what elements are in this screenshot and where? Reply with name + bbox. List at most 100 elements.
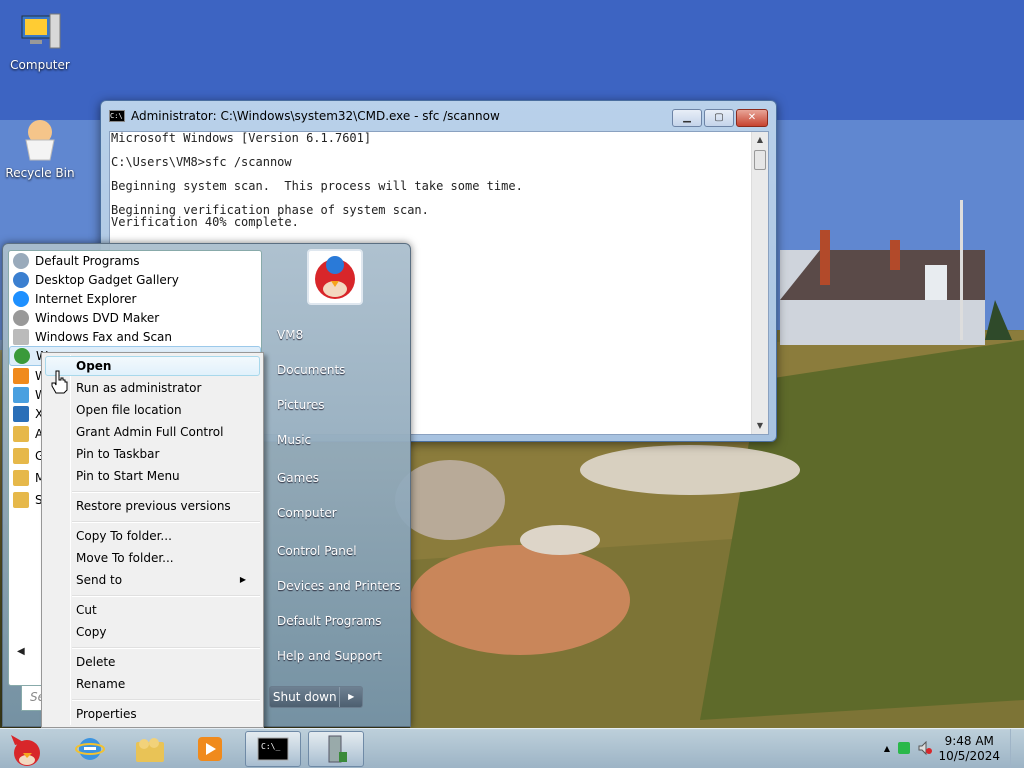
clock-time: 9:48 AM [944,734,994,748]
menu-item-copy[interactable]: Copy [76,625,106,639]
computer-link[interactable]: Computer [277,506,337,520]
internet-explorer-icon [13,290,29,307]
taskbar-clock[interactable]: 9:48 AM 10/5/2024 [938,734,1000,764]
gadget-gallery-icon [13,271,29,288]
submenu-arrow-icon: ▶ [239,575,246,584]
folder-icon [13,492,29,508]
console-line: Microsoft Windows [Version 6.1.7601] [111,131,372,145]
menu-item-label: Send to [76,573,123,587]
desktop: Computer Recycle Bin C:\ Administrator: … [0,0,1024,768]
folder-icon [13,470,29,486]
recycle-bin-icon [25,120,55,161]
program-item[interactable]: Windows DVD Maker [9,308,261,327]
menu-item-grant-admin[interactable]: Grant Admin Full Control [76,425,223,439]
scroll-up-arrow-icon[interactable]: ▲ [752,132,768,148]
show-desktop-button[interactable] [1010,729,1024,768]
menu-separator [72,521,260,523]
help-support-link[interactable]: Help and Support [277,649,382,663]
internet-explorer-icon [75,738,105,760]
volume-muted-icon[interactable] [918,740,932,756]
window-controls: ▁ ▢ ✕ [670,109,768,127]
media-center-icon [14,348,30,364]
desktop-icon-recycle-bin[interactable]: Recycle Bin [0,116,80,180]
shutdown-options-arrow-icon[interactable]: ▶ [340,687,362,707]
program-item[interactable]: Internet Explorer [9,289,261,308]
menu-item-pin-start[interactable]: Pin to Start Menu [76,469,180,483]
fax-scan-icon [13,328,29,345]
folder-icon [13,448,29,464]
menu-separator [72,595,260,597]
dvd-maker-icon [13,309,29,326]
menu-item-cut[interactable]: Cut [76,603,97,617]
default-programs-icon [13,252,29,269]
folder-icon [136,738,164,762]
devices-printers-link[interactable]: Devices and Printers [277,579,401,593]
program-label: Internet Explorer [35,291,137,306]
menu-item-copy-to-folder[interactable]: Copy To folder... [76,529,172,543]
hand-cursor-icon [51,370,68,394]
games-link[interactable]: Games [277,471,319,485]
program-item[interactable]: Default Programs [9,251,261,270]
default-programs-link[interactable]: Default Programs [277,614,382,628]
program-label: Desktop Gadget Gallery [35,272,179,287]
cmd-icon: C:\ [109,110,125,122]
program-item[interactable]: Windows Fax and Scan [9,327,261,346]
media-player-icon [13,367,29,384]
show-hidden-icons-icon[interactable]: ▲ [884,744,890,753]
close-button[interactable]: ✕ [736,109,768,127]
desktop-icon-computer[interactable]: Computer [0,8,80,72]
media-player-icon [198,737,222,761]
server-icon [328,735,347,763]
taskbar: C:\_ ▲ 9:48 AM 10/5/2024 [0,728,1024,768]
user-name-link[interactable]: VM8 [277,328,303,342]
program-label: Windows DVD Maker [35,310,160,325]
system-tray: ▲ [884,740,932,756]
shutdown-button[interactable]: Shut down [270,687,341,707]
maximize-button[interactable]: ▢ [704,109,734,127]
taskbar-cmd[interactable]: C:\_ [245,731,301,767]
cmd-icon: C:\_ [257,737,289,761]
program-label: Windows Fax and Scan [35,329,173,344]
control-panel-link[interactable]: Control Panel [277,544,357,558]
menu-item-restore-versions[interactable]: Restore previous versions [76,499,231,513]
desktop-icon-label: Recycle Bin [5,166,75,180]
console-line: Beginning system scan. This process will… [111,179,523,193]
console-line: C:\Users\VM8>sfc /scannow [111,155,292,169]
console-line: Verification 40% complete. [111,215,299,229]
menu-separator [72,491,260,493]
menu-item-open[interactable]: Open [76,359,111,373]
start-button[interactable] [0,731,50,767]
program-label: Default Programs [35,253,140,268]
network-icon[interactable] [898,742,910,754]
back-arrow-icon[interactable]: ◀ [17,646,25,657]
context-menu: Open Run as administrator Open file loca… [41,352,264,728]
taskbar-active-app[interactable] [308,731,364,767]
cmd-title: Administrator: C:\Windows\system32\CMD.e… [131,109,500,123]
menu-item-delete[interactable]: Delete [76,655,115,669]
menu-item-send-to[interactable]: Send to ▶ [76,573,256,587]
menu-item-move-to-folder[interactable]: Move To folder... [76,551,174,565]
music-link[interactable]: Music [277,433,311,447]
clock-date: 10/5/2024 [938,749,1000,763]
start-orb-icon [11,735,40,766]
pictures-link[interactable]: Pictures [277,398,325,412]
menu-item-run-as-admin[interactable]: Run as administrator [76,381,201,395]
scroll-down-arrow-icon[interactable]: ▼ [752,418,768,434]
vertical-scrollbar[interactable]: ▲ ▼ [751,132,768,434]
documents-link[interactable]: Documents [277,363,345,377]
menu-item-pin-taskbar[interactable]: Pin to Taskbar [76,447,159,461]
folder-icon [13,426,29,442]
menu-item-rename[interactable]: Rename [76,677,125,691]
scroll-thumb[interactable] [754,150,766,170]
desktop-icon-label: Computer [10,58,70,72]
menu-gutter [70,355,71,725]
menu-item-properties[interactable]: Properties [76,707,137,721]
minimize-button[interactable]: ▁ [672,109,702,127]
menu-item-open-file-location[interactable]: Open file location [76,403,182,417]
taskbar-explorer[interactable] [122,731,178,767]
taskbar-internet-explorer[interactable] [62,731,118,767]
program-item[interactable]: Desktop Gadget Gallery [9,270,261,289]
shutdown-button-group: Shut down ▶ [269,686,363,708]
svg-text:C:\_: C:\_ [261,742,280,751]
taskbar-media-player[interactable] [182,731,238,767]
